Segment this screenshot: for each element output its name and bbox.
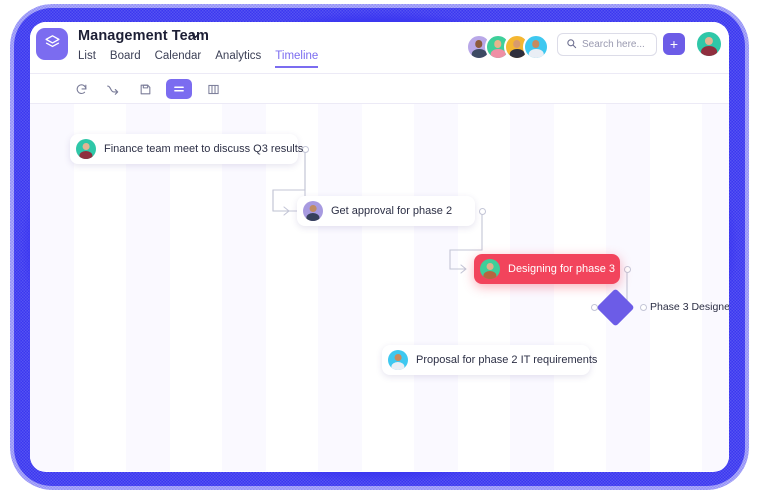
app-header: Management Team List Board Calendar Anal… [30, 22, 729, 74]
timeline-canvas[interactable]: Finance team meet to discuss Q3 results … [30, 104, 729, 471]
chevron-down-icon[interactable] [190, 30, 201, 44]
connector-node [624, 266, 631, 273]
tab-analytics[interactable]: Analytics [215, 50, 261, 68]
app-window: Management Team List Board Calendar Anal… [30, 22, 729, 472]
equals-filter-icon[interactable] [166, 79, 192, 99]
timeline-task-card-selected[interactable]: Designing for phase 3 [474, 254, 620, 284]
refresh-icon[interactable] [70, 79, 92, 99]
member-avatar-group [466, 34, 549, 60]
timeline-task-card[interactable]: Proposal for phase 2 IT requirements [382, 345, 597, 375]
avatar [303, 201, 323, 221]
tab-calendar[interactable]: Calendar [155, 50, 202, 68]
nav-tabs: List Board Calendar Analytics Timeline [78, 50, 319, 68]
avatar[interactable] [523, 34, 549, 60]
add-button[interactable]: + [663, 33, 685, 55]
task-label: Proposal for phase 2 IT requirements [416, 354, 598, 366]
milestone-label: Phase 3 Designed [650, 301, 729, 313]
save-icon[interactable] [134, 79, 156, 99]
avatar [388, 350, 408, 370]
timeline-toolbar [30, 74, 729, 104]
current-user-avatar[interactable] [697, 32, 721, 56]
search-input[interactable]: Search here... [557, 33, 657, 56]
app-logo[interactable] [36, 28, 68, 60]
arrow-branch-icon[interactable] [102, 79, 124, 99]
task-label: Finance team meet to discuss Q3 results [104, 143, 304, 155]
task-label: Designing for phase 3 [508, 263, 616, 275]
columns-icon[interactable] [202, 79, 224, 99]
layers-icon [44, 33, 61, 55]
connector-node [640, 304, 647, 311]
search-icon [566, 36, 577, 54]
tab-board[interactable]: Board [110, 50, 141, 68]
avatar [480, 259, 500, 279]
avatar [76, 139, 96, 159]
tab-timeline[interactable]: Timeline [275, 50, 319, 68]
task-label: Get approval for phase 2 [331, 205, 453, 217]
timeline-task-card[interactable]: Finance team meet to discuss Q3 results [70, 134, 303, 164]
search-placeholder: Search here... [582, 39, 645, 50]
tab-list[interactable]: List [78, 50, 96, 68]
connector-node [479, 208, 486, 215]
timeline-task-card[interactable]: Get approval for phase 2 [297, 196, 475, 226]
